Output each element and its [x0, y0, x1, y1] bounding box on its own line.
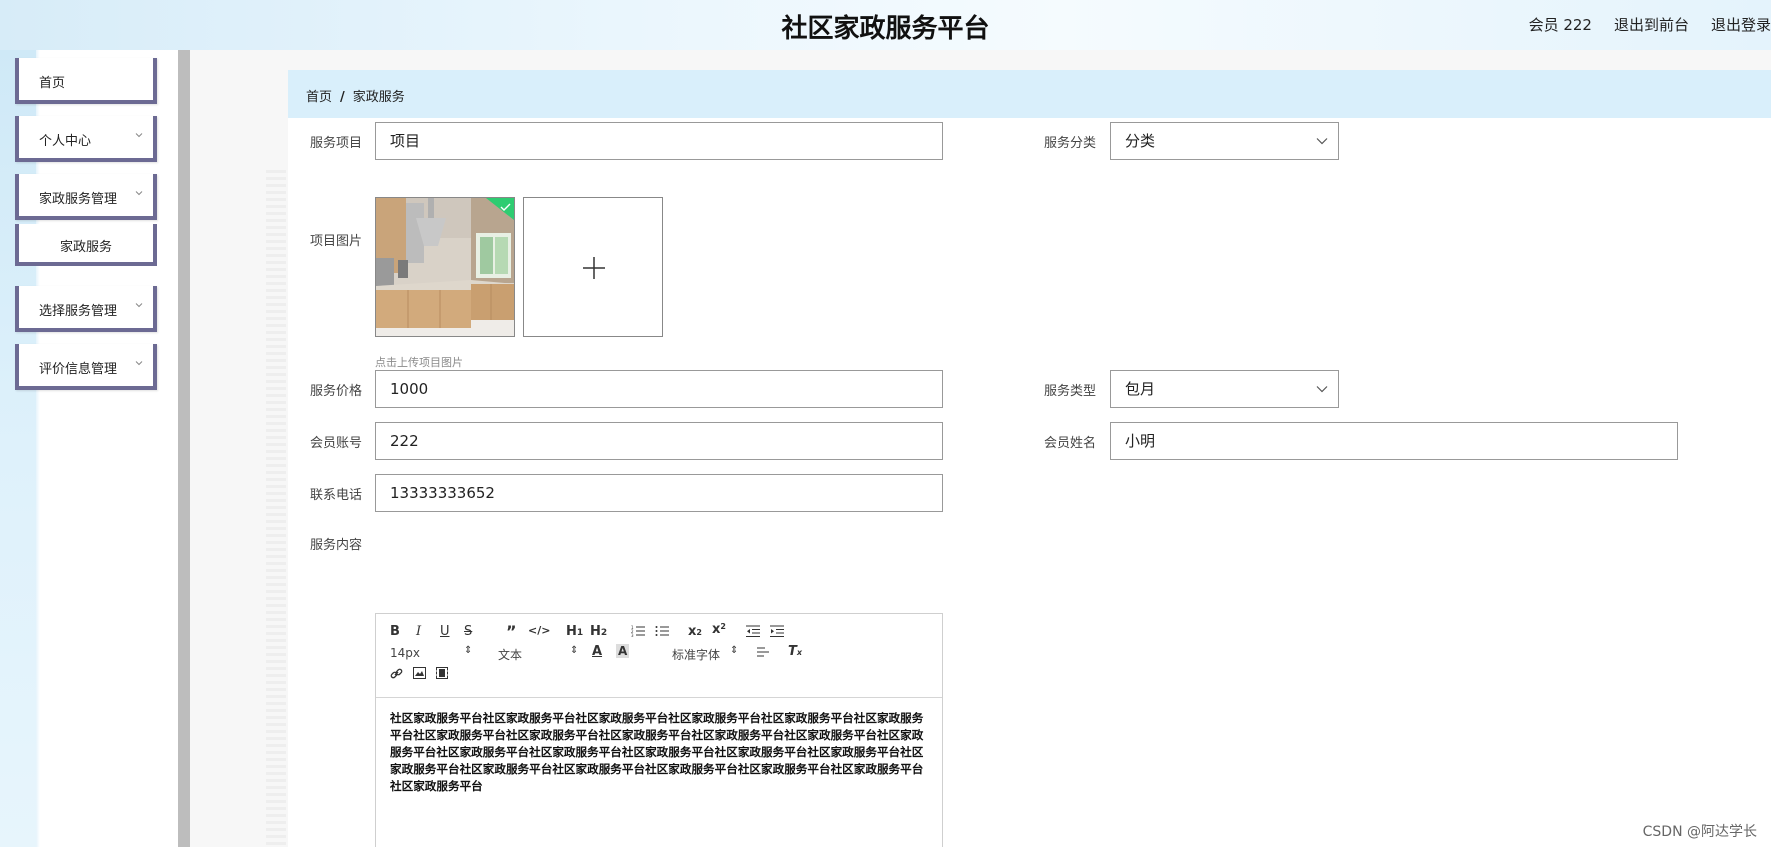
- clear-format-icon[interactable]: Tx: [788, 644, 802, 659]
- strikethrough-icon[interactable]: S: [464, 624, 472, 639]
- svg-text:3: 3: [631, 633, 634, 637]
- editor-content[interactable]: 社区家政服务平台社区家政服务平台社区家政服务平台社区家政服务平台社区家政服务平台…: [390, 710, 930, 795]
- breadcrumb-current: 家政服务: [352, 90, 405, 105]
- indent-icon[interactable]: [770, 625, 784, 637]
- service-category-select[interactable]: 分类: [1110, 122, 1339, 160]
- chevron-down-icon: [135, 361, 143, 366]
- rich-text-editor[interactable]: B I U S ” </> H1 H2 123 x2 x2 14px ⇕ 文本 …: [375, 613, 943, 847]
- italic-icon[interactable]: I: [416, 624, 421, 639]
- sidebar-item-label: 首页: [39, 76, 66, 91]
- bullet-list-icon[interactable]: [655, 625, 669, 637]
- font-family-select[interactable]: 标准字体: [672, 646, 720, 663]
- member-account-input[interactable]: 222: [375, 422, 943, 460]
- image-upload-button[interactable]: [523, 197, 663, 337]
- code-block-icon[interactable]: </>: [528, 624, 550, 637]
- chevron-down-icon: [135, 191, 143, 196]
- outdent-icon[interactable]: [746, 625, 760, 637]
- sidebar-item-label: 个人中心: [39, 134, 92, 149]
- sidebar-item-label: 选择服务管理: [39, 304, 118, 319]
- check-icon: [486, 198, 514, 220]
- sidebar-item-personal-center[interactable]: 个人中心: [15, 116, 157, 162]
- underline-icon[interactable]: U: [440, 624, 450, 639]
- member-name-label: 会员姓名: [1044, 436, 1097, 451]
- plus-icon: [583, 257, 605, 279]
- background-color-icon[interactable]: A: [616, 644, 630, 658]
- service-category-value: 分类: [1125, 132, 1156, 150]
- service-category-label: 服务分类: [1044, 136, 1097, 151]
- font-color-icon[interactable]: A: [592, 644, 602, 659]
- header-actions: 会员 222 退出到前台 退出登录: [1529, 14, 1771, 35]
- sidebar-item-review-management[interactable]: 评价信息管理: [15, 344, 157, 390]
- service-item-input[interactable]: 项目: [375, 122, 943, 160]
- sort-arrows-icon: ⇕: [570, 645, 579, 656]
- chevron-down-icon: [135, 133, 143, 138]
- member-info[interactable]: 会员 222: [1529, 14, 1592, 35]
- sidebar-subitem-housekeeping-service[interactable]: 家政服务: [15, 224, 157, 266]
- align-left-icon[interactable]: [757, 647, 769, 658]
- superscript-icon[interactable]: x2: [712, 622, 726, 637]
- font-size-select[interactable]: 14px: [390, 646, 420, 660]
- breadcrumb: 首页 / 家政服务: [288, 70, 1771, 118]
- service-type-select[interactable]: 包月: [1110, 370, 1339, 408]
- phone-input[interactable]: 13333333652: [375, 474, 943, 512]
- sidebar-item-label: 家政服务管理: [39, 192, 118, 207]
- sort-arrows-icon: ⇕: [730, 645, 739, 656]
- service-price-label: 服务价格: [310, 384, 363, 399]
- site-title: 社区家政服务平台: [781, 14, 990, 44]
- editor-toolbar: B I U S ” </> H1 H2 123 x2 x2 14px ⇕ 文本 …: [376, 614, 942, 698]
- sidebar-item-select-service-management[interactable]: 选择服务管理: [15, 286, 157, 332]
- back-to-front-link[interactable]: 退出到前台: [1614, 14, 1689, 35]
- sidebar-divider: [178, 50, 190, 847]
- background-texture: [266, 170, 286, 847]
- breadcrumb-home[interactable]: 首页: [306, 90, 332, 105]
- service-price-input[interactable]: 1000: [375, 370, 943, 408]
- project-image-thumbnail[interactable]: [375, 197, 515, 337]
- blockquote-icon[interactable]: ”: [506, 622, 517, 641]
- service-type-label: 服务类型: [1044, 384, 1097, 399]
- service-item-label: 服务项目: [310, 136, 363, 151]
- member-name-input[interactable]: 小明: [1110, 422, 1678, 460]
- member-account-label: 会员账号: [310, 436, 363, 451]
- sidebar-item-label: 评价信息管理: [39, 362, 118, 377]
- service-content-label: 服务内容: [310, 538, 363, 553]
- upload-hint: 点击上传项目图片: [375, 356, 463, 369]
- top-header: 社区家政服务平台 会员 222 退出到前台 退出登录: [0, 0, 1771, 50]
- video-icon[interactable]: [436, 667, 448, 679]
- link-icon[interactable]: [390, 667, 403, 680]
- chevron-down-icon: [1316, 138, 1328, 145]
- left-decor-strip: [0, 50, 36, 847]
- logout-link[interactable]: 退出登录: [1711, 14, 1771, 35]
- service-type-value: 包月: [1125, 380, 1156, 398]
- breadcrumb-separator: /: [340, 90, 345, 105]
- heading2-icon[interactable]: H2: [590, 624, 607, 639]
- image-icon[interactable]: [413, 667, 426, 679]
- bold-icon[interactable]: B: [390, 624, 400, 639]
- watermark: CSDN @阿达学长: [1642, 824, 1757, 840]
- phone-label: 联系电话: [310, 488, 363, 503]
- subscript-icon[interactable]: x2: [688, 624, 702, 639]
- heading1-icon[interactable]: H1: [566, 624, 583, 639]
- chevron-down-icon: [1316, 386, 1328, 393]
- chevron-down-icon: [135, 303, 143, 308]
- sort-arrows-icon: ⇕: [464, 645, 473, 656]
- sidebar-item-housekeeping-management[interactable]: 家政服务管理: [15, 174, 157, 220]
- ordered-list-icon[interactable]: 123: [631, 625, 645, 637]
- project-image-label: 项目图片: [310, 234, 363, 249]
- paragraph-select[interactable]: 文本: [498, 646, 522, 663]
- sidebar-item-home[interactable]: 首页: [15, 58, 157, 104]
